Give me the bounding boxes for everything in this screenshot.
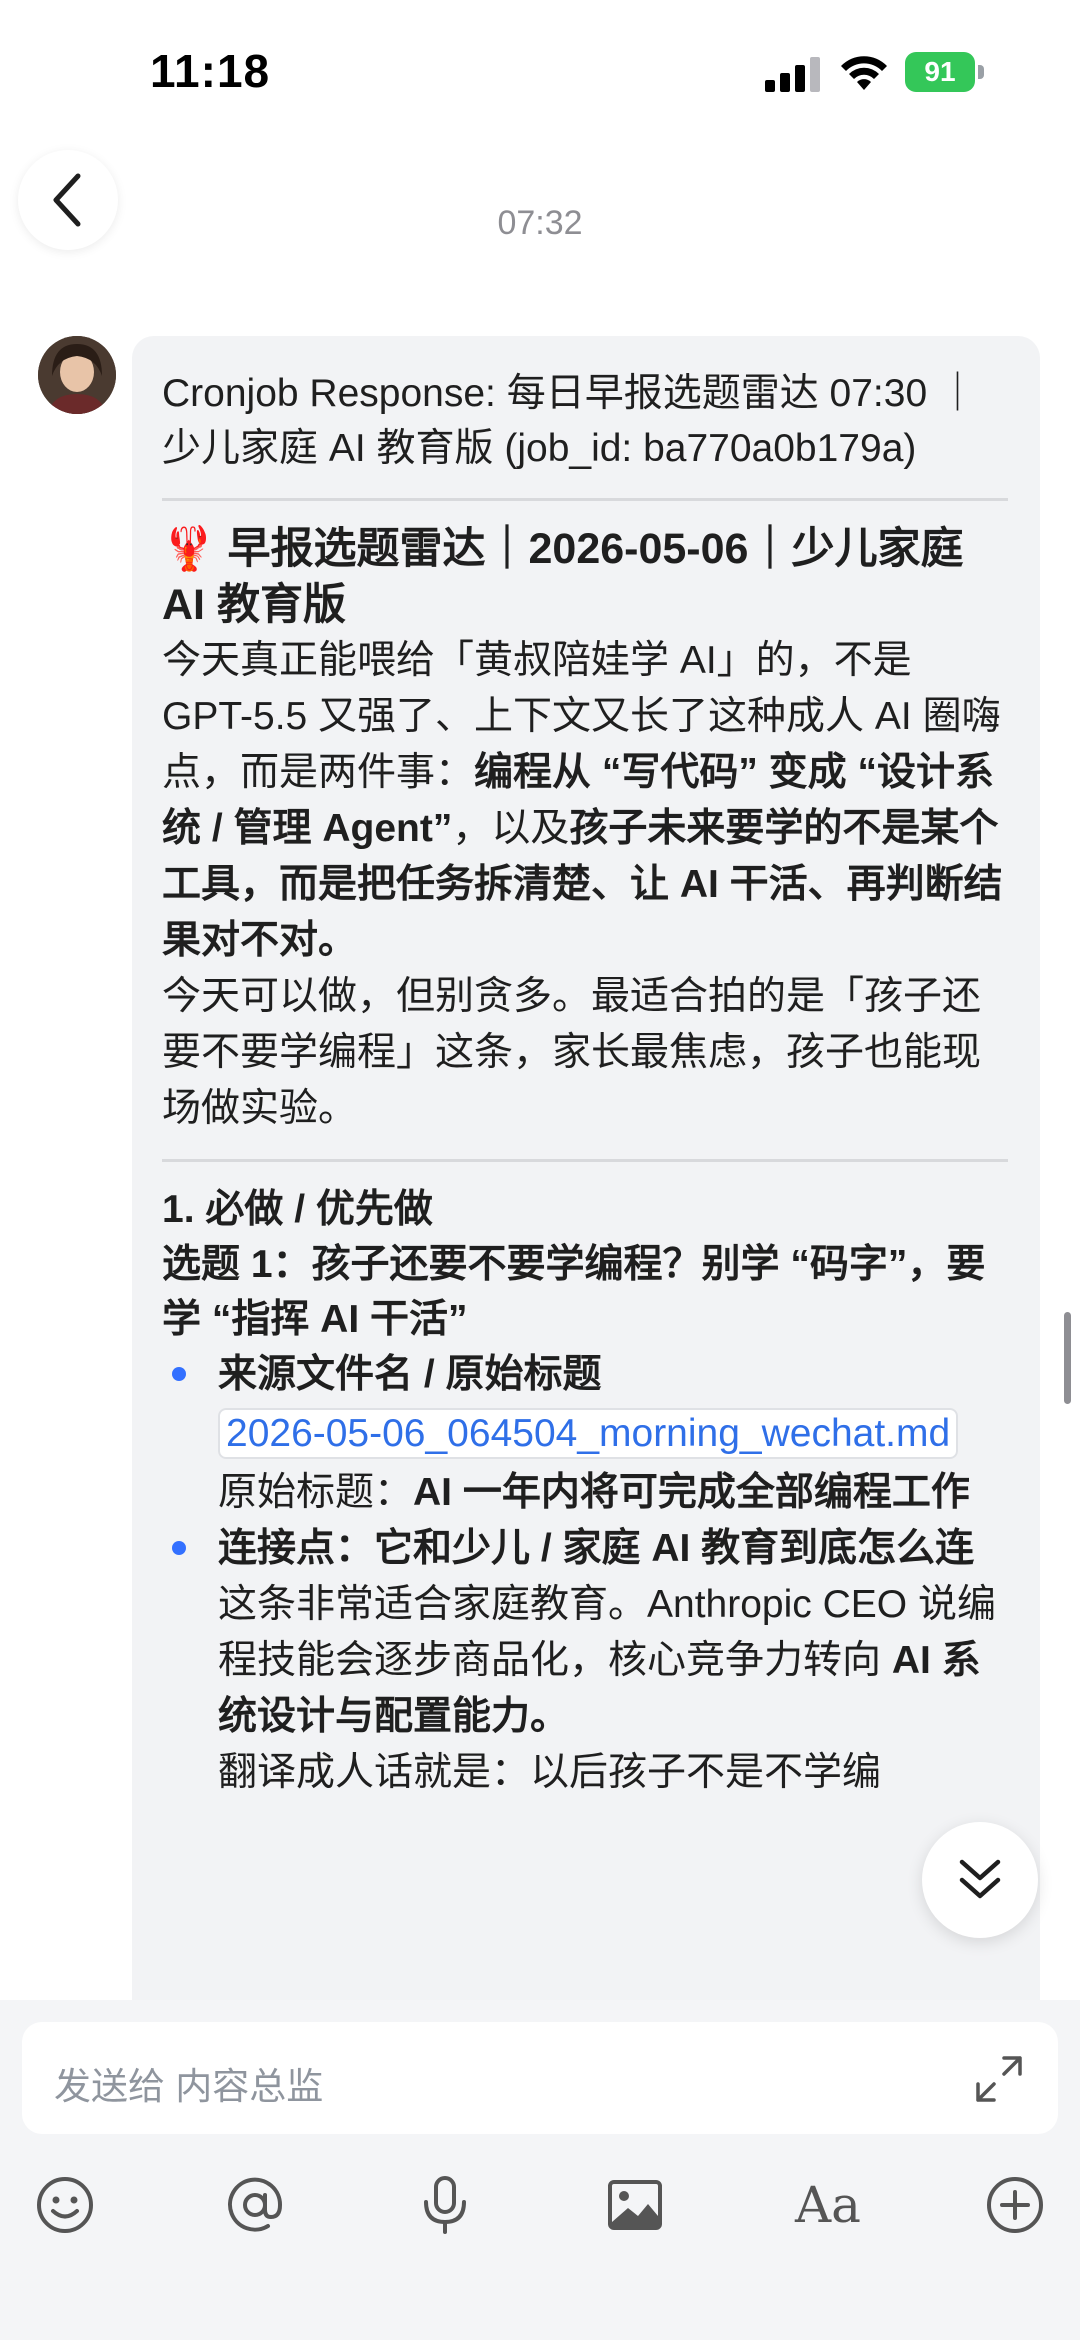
battery-level: 91 <box>924 56 956 87</box>
bullet-title: 来源文件名 / 原始标题 <box>218 1353 602 1396</box>
list-item: 连接点：它和少儿 / 家庭 AI 教育到底怎么连 这条非常适合家庭教育。Anth… <box>162 1521 1008 1801</box>
emoji-button[interactable] <box>30 2170 100 2240</box>
voice-button[interactable] <box>410 2170 480 2240</box>
composer-toolbar: Aa <box>0 2170 1080 2260</box>
scroll-to-bottom-button[interactable] <box>922 1822 1038 1938</box>
file-link[interactable]: 2026-05-06_064504_morning_wechat.md <box>218 1408 959 1459</box>
intro-paragraph: 今天真正能喂给「黄叔陪娃学 AI」的，不是 GPT-5.5 又强了、上下文又长了… <box>162 639 1003 962</box>
section-title: 1. 必做 / 优先做 <box>162 1188 433 1231</box>
list-item: 来源文件名 / 原始标题 2026-05-06_064504_morning_w… <box>162 1347 1008 1521</box>
avatar[interactable] <box>38 336 116 414</box>
bullet-text: 这条非常适合家庭教育。Anthropic CEO 说编程技能会逐步商品化，核心竞… <box>218 1583 996 1738</box>
original-title: 原始标题：AI 一年内将可完成全部编程工作 <box>218 1471 970 1514</box>
advice-paragraph: 今天可以做，但别贪多。最适合拍的是「孩子还要不要学编程」这条，家长最焦虑，孩子也… <box>162 975 982 1130</box>
text-format-button[interactable]: Aa <box>795 2170 865 2240</box>
plus-circle-icon <box>987 2177 1043 2233</box>
message-timestamp: 07:32 <box>497 204 583 242</box>
composer-area: 发送给 内容总监 Aa <box>0 2000 1080 2340</box>
more-button[interactable] <box>980 2170 1050 2240</box>
message-input-placeholder: 发送给 内容总监 <box>54 2066 324 2107</box>
double-chevron-down-icon <box>959 1859 1001 1899</box>
message-bubble[interactable]: Cronjob Response: 每日早报选题雷达 07:30 ｜少儿家庭 A… <box>132 336 1040 2036</box>
report-title: 🦞 早报选题雷达｜2026-05-06｜少儿家庭 AI 教育版 <box>162 525 964 629</box>
divider <box>162 1159 1008 1162</box>
message-input[interactable]: 发送给 内容总监 <box>22 2022 1058 2134</box>
scrollbar[interactable] <box>1064 1312 1071 1404</box>
font-format-icon: Aa <box>795 2176 861 2234</box>
bullet-dot-icon <box>172 1367 186 1381</box>
image-button[interactable] <box>600 2170 670 2240</box>
status-time: 11:18 <box>150 45 271 97</box>
emoji-icon <box>37 2177 93 2233</box>
mention-button[interactable] <box>220 2170 290 2240</box>
at-mention-icon <box>228 2177 283 2232</box>
bullet-title: 连接点：它和少儿 / 家庭 AI 教育到底怎么连 <box>218 1527 975 1570</box>
cellular-signal-icon <box>765 57 820 92</box>
topic-title: 选题 1：孩子还要不要学编程？别学 “码字”，要学 “指挥 AI 干活” <box>162 1243 986 1341</box>
microphone-icon <box>424 2176 466 2234</box>
image-icon <box>608 2180 662 2230</box>
expand-icon[interactable] <box>972 2052 1026 2106</box>
status-bar: 11:18 91 <box>0 0 1080 140</box>
bullet-dot-icon <box>172 1541 186 1555</box>
bullet-text-continued: 翻译成人话就是：以后孩子不是不学编 <box>218 1751 882 1794</box>
wifi-icon <box>841 56 887 90</box>
message-header: Cronjob Response: 每日早报选题雷达 07:30 ｜少儿家庭 A… <box>162 372 977 470</box>
divider <box>162 498 1008 501</box>
battery-icon: 91 <box>905 52 985 92</box>
